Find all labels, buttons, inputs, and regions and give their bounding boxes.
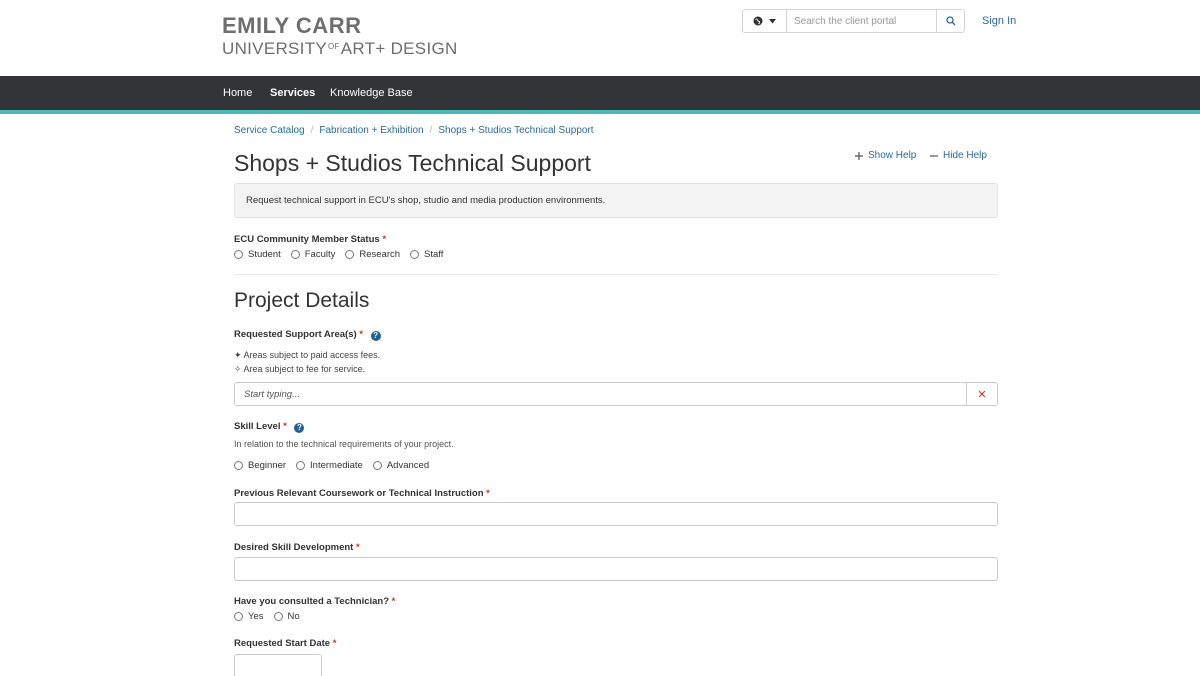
- member-status-radio-group: Student Faculty Research Staff: [234, 249, 453, 260]
- radio-label: Student: [248, 249, 281, 260]
- section-divider: [234, 274, 998, 275]
- member-status-label-text: ECU Community Member Status: [234, 234, 380, 245]
- required-mark: *: [332, 638, 337, 649]
- start-date-input[interactable]: [234, 654, 322, 676]
- show-help-button[interactable]: Show Help: [855, 150, 916, 161]
- skill-level-label-text: Skill Level: [234, 421, 281, 432]
- radio-label: Yes: [248, 611, 264, 622]
- question-help-icon[interactable]: ?: [370, 330, 381, 341]
- breadcrumb-separator: /: [429, 125, 433, 136]
- support-areas-label: Requested Support Area(s) * ?: [234, 329, 381, 341]
- support-areas-input[interactable]: Start typing...: [234, 382, 967, 406]
- logo-art-design: ART+ DESIGN: [340, 39, 458, 58]
- logo-university: UNIVERSITY: [222, 39, 328, 58]
- previous-coursework-input[interactable]: [234, 502, 998, 526]
- required-mark: *: [486, 488, 490, 499]
- radio-circle[interactable]: [296, 461, 306, 470]
- radio-circle[interactable]: [372, 461, 382, 470]
- radio-option-staff[interactable]: Staff: [410, 249, 443, 260]
- radio-circle[interactable]: [234, 612, 243, 621]
- consulted-technician-label: Have you consulted a Technician? *: [234, 596, 395, 607]
- hide-help-button[interactable]: Hide Help: [930, 150, 987, 161]
- radio-circle[interactable]: [410, 250, 420, 259]
- desired-skill-input[interactable]: [234, 557, 998, 581]
- site-logo[interactable]: EMILY CARR UNIVERSITYOFART+ DESIGN: [222, 14, 458, 58]
- search-icon: [945, 16, 955, 26]
- sign-in-link[interactable]: Sign In: [982, 15, 1016, 27]
- minus-icon: [930, 154, 938, 157]
- close-icon: ✕: [977, 388, 987, 401]
- globe-icon: [753, 16, 763, 26]
- page-title: Shops + Studios Technical Support: [234, 150, 591, 176]
- clear-selection-button[interactable]: ✕: [966, 382, 998, 406]
- nav-accent-bar: [0, 110, 1200, 114]
- start-date-label: Requested Start Date *: [234, 638, 336, 649]
- desired-skill-label-text: Desired Skill Development: [234, 542, 354, 553]
- search-button[interactable]: [936, 9, 965, 33]
- radio-label: No: [287, 611, 300, 622]
- skill-level-radio-group: Beginner Intermediate Advanced: [234, 460, 439, 471]
- breadcrumb-service-catalog[interactable]: Service Catalog: [234, 125, 305, 136]
- site-header: EMILY CARR UNIVERSITYOFART+ DESIGN Searc…: [0, 0, 1200, 76]
- caret-down-icon: [769, 18, 776, 23]
- breadcrumb-fabrication-exhibition[interactable]: Fabrication + Exhibition: [319, 125, 423, 136]
- nav-item-home[interactable]: Home: [223, 87, 252, 99]
- consulted-technician-label-text: Have you consulted a Technician?: [234, 596, 390, 607]
- radio-option-advanced[interactable]: Advanced: [372, 460, 430, 471]
- paid-access-note: ✦ Areas subject to paid access fees.: [234, 350, 381, 360]
- radio-label: Intermediate: [310, 460, 363, 471]
- question-help-icon[interactable]: ?: [294, 422, 305, 433]
- breadcrumb: Service Catalog / Fabrication + Exhibiti…: [234, 125, 594, 136]
- breadcrumb-separator: /: [310, 125, 314, 136]
- radio-circle[interactable]: [234, 250, 243, 259]
- support-areas-label-text: Requested Support Area(s): [234, 329, 357, 340]
- radio-option-beginner[interactable]: Beginner: [234, 460, 286, 471]
- radio-option-faculty[interactable]: Faculty: [290, 249, 336, 260]
- required-mark: *: [382, 234, 387, 245]
- hide-help-label: Hide Help: [943, 150, 987, 161]
- search-input[interactable]: Search the client portal: [786, 9, 937, 33]
- desired-skill-label: Desired Skill Development *: [234, 542, 360, 553]
- language-dropdown[interactable]: [742, 9, 787, 33]
- section-title-project-details: Project Details: [234, 289, 370, 312]
- radio-label: Beginner: [248, 460, 287, 471]
- required-mark: *: [355, 542, 360, 553]
- service-description: Request technical support in ECU's shop,…: [234, 183, 998, 218]
- radio-circle[interactable]: [234, 461, 243, 470]
- radio-option-research[interactable]: Research: [345, 249, 400, 260]
- radio-option-intermediate[interactable]: Intermediate: [296, 460, 363, 471]
- skill-level-hint: In relation to the technical requirement…: [234, 439, 454, 449]
- breadcrumb-current[interactable]: Shops + Studios Technical Support: [438, 125, 593, 136]
- radio-circle[interactable]: [290, 250, 300, 259]
- radio-label: Advanced: [386, 460, 430, 471]
- nav-item-knowledge-base[interactable]: Knowledge Base: [330, 87, 413, 99]
- required-mark: *: [283, 421, 287, 432]
- plus-icon: [855, 151, 863, 160]
- radio-label: Faculty: [304, 249, 336, 260]
- fee-for-service-note: ✧ Area subject to fee for service.: [234, 364, 366, 374]
- required-mark: *: [359, 329, 363, 340]
- logo-line2: UNIVERSITYOFART+ DESIGN: [222, 38, 458, 58]
- radio-option-no[interactable]: No: [273, 611, 300, 622]
- radio-label: Research: [359, 249, 401, 260]
- skill-level-label: Skill Level * ?: [234, 421, 305, 433]
- required-mark: *: [391, 596, 396, 607]
- radio-circle[interactable]: [345, 250, 355, 259]
- consulted-radio-group: Yes No: [234, 611, 310, 622]
- radio-option-yes[interactable]: Yes: [234, 611, 264, 622]
- main-nav: [0, 76, 1200, 110]
- radio-option-student[interactable]: Student: [234, 249, 281, 260]
- member-status-label: ECU Community Member Status *: [234, 234, 386, 245]
- nav-item-services[interactable]: Services: [270, 87, 315, 99]
- previous-coursework-label: Previous Relevant Coursework or Technica…: [234, 488, 490, 499]
- logo-line1: EMILY CARR: [222, 13, 362, 38]
- radio-circle[interactable]: [273, 612, 283, 621]
- logo-of: OF: [328, 42, 340, 51]
- start-date-label-text: Requested Start Date: [234, 638, 331, 649]
- show-help-label: Show Help: [868, 150, 917, 161]
- radio-label: Staff: [424, 249, 444, 260]
- previous-coursework-label-text: Previous Relevant Coursework or Technica…: [234, 488, 484, 499]
